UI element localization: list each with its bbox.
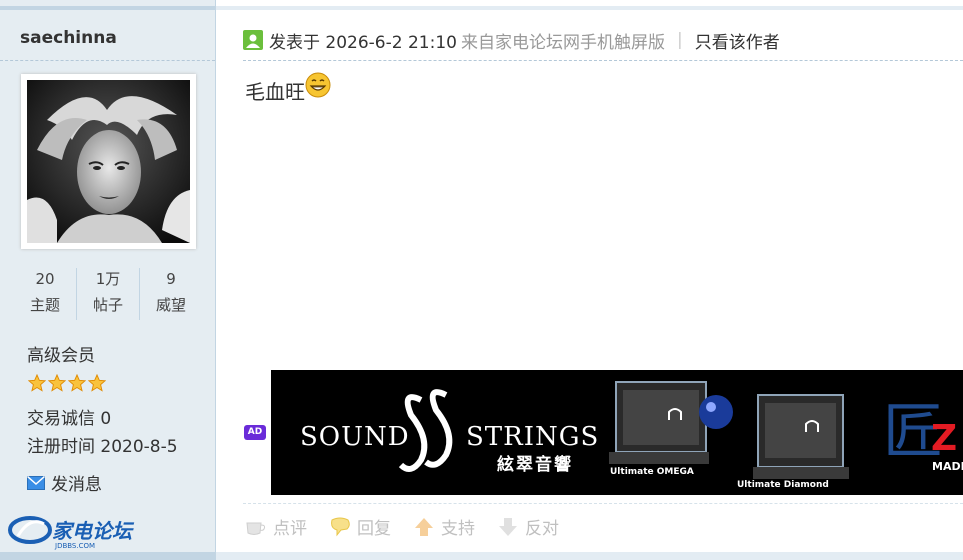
logo-subtext: JDBBS.COM xyxy=(54,542,95,550)
sidebar-top-border xyxy=(0,6,215,10)
sidebar-divider xyxy=(0,60,215,61)
post-bottom-border xyxy=(216,552,963,560)
only-author-link[interactable]: 只看该作者 xyxy=(695,28,780,53)
stat-value: 20 xyxy=(35,270,55,288)
stat-threads[interactable]: 20 主题 xyxy=(14,268,76,320)
post-source-link[interactable]: 来自家电论坛网手机触屏版 xyxy=(461,28,665,53)
online-status-icon xyxy=(243,30,263,50)
grin-emoji-icon xyxy=(305,72,331,98)
logo-text: 家电论坛 xyxy=(52,519,135,543)
star-icon xyxy=(88,374,106,392)
author-sidebar: saechinna 20 主题 1万 帖子 9 威望 高级会员 交易诚信 0 注… xyxy=(0,0,216,560)
star-icon xyxy=(48,374,66,392)
post-top-border xyxy=(216,6,963,10)
send-message-label: 发消息 xyxy=(51,475,102,495)
ad-brand-right: STRINGS xyxy=(466,422,600,452)
post-content: 毛血旺 xyxy=(245,72,331,105)
reply-button[interactable]: 回复 xyxy=(329,514,391,539)
ad-brand-cn: 絃翠音響 xyxy=(497,455,573,475)
ad-product-2: Ultimate Diamond xyxy=(737,480,829,490)
ad-product-1: Ultimate OMEGA xyxy=(610,467,694,477)
stat-posts[interactable]: 1万 帖子 xyxy=(76,268,139,320)
support-button[interactable]: 支持 xyxy=(413,514,475,539)
post-header: 发表于 2026-6-2 21:10 来自家电论坛网手机触屏版 | 只看该作者 xyxy=(243,27,780,53)
avatar-image xyxy=(27,80,190,243)
action-label: 支持 xyxy=(441,519,475,539)
thumb-up-arrow-icon xyxy=(415,517,433,536)
author-stats: 20 主题 1万 帖子 9 威望 xyxy=(14,268,202,320)
header-separator: | xyxy=(676,30,683,50)
send-message-button[interactable]: 发消息 xyxy=(27,470,102,495)
ad-banner[interactable]: 匠 Z SOUND STRINGS 絃翠音響 Ultimate OMEGA Ul… xyxy=(271,370,963,495)
avatar[interactable] xyxy=(21,74,196,249)
star-icon xyxy=(68,374,86,392)
post-time: 发表于 2026-6-2 21:10 xyxy=(269,32,457,53)
post-actions: 点评 回复 支持 反对 xyxy=(245,514,559,539)
header-divider xyxy=(243,60,963,61)
reply-bubble-icon xyxy=(331,517,350,536)
rank-stars xyxy=(28,374,106,392)
site-logo[interactable]: 家电论坛 JDBBS.COM xyxy=(8,514,138,550)
member-group[interactable]: 高级会员 xyxy=(27,341,95,366)
action-divider xyxy=(243,503,963,504)
register-time: 注册时间 2020-8-5 xyxy=(27,437,178,457)
star-icon xyxy=(28,374,46,392)
coffee-icon xyxy=(246,522,266,535)
author-username[interactable]: saechinna xyxy=(20,28,117,48)
stat-prestige[interactable]: 9 威望 xyxy=(139,268,202,320)
thumb-down-arrow-icon xyxy=(499,517,517,536)
stat-label: 威望 xyxy=(155,296,186,314)
sidebar-bottom-border xyxy=(0,552,215,560)
trade-credit: 交易诚信 0 xyxy=(27,409,112,429)
rate-button[interactable]: 点评 xyxy=(245,514,307,539)
envelope-icon xyxy=(27,475,45,490)
ad-tagline: MADE xyxy=(932,460,963,473)
post-text: 毛血旺 xyxy=(245,80,305,104)
stat-value: 9 xyxy=(166,270,176,288)
oppose-button[interactable]: 反对 xyxy=(497,514,559,539)
action-label: 点评 xyxy=(273,519,307,539)
ad-brand-left: SOUND xyxy=(300,422,410,452)
svg-text:Z: Z xyxy=(931,418,957,459)
stat-label: 帖子 xyxy=(92,296,123,314)
ad-badge: AD xyxy=(244,425,266,440)
stat-value: 1万 xyxy=(95,270,121,288)
stat-label: 主题 xyxy=(29,296,60,314)
action-label: 回复 xyxy=(357,519,391,539)
action-label: 反对 xyxy=(525,519,559,539)
